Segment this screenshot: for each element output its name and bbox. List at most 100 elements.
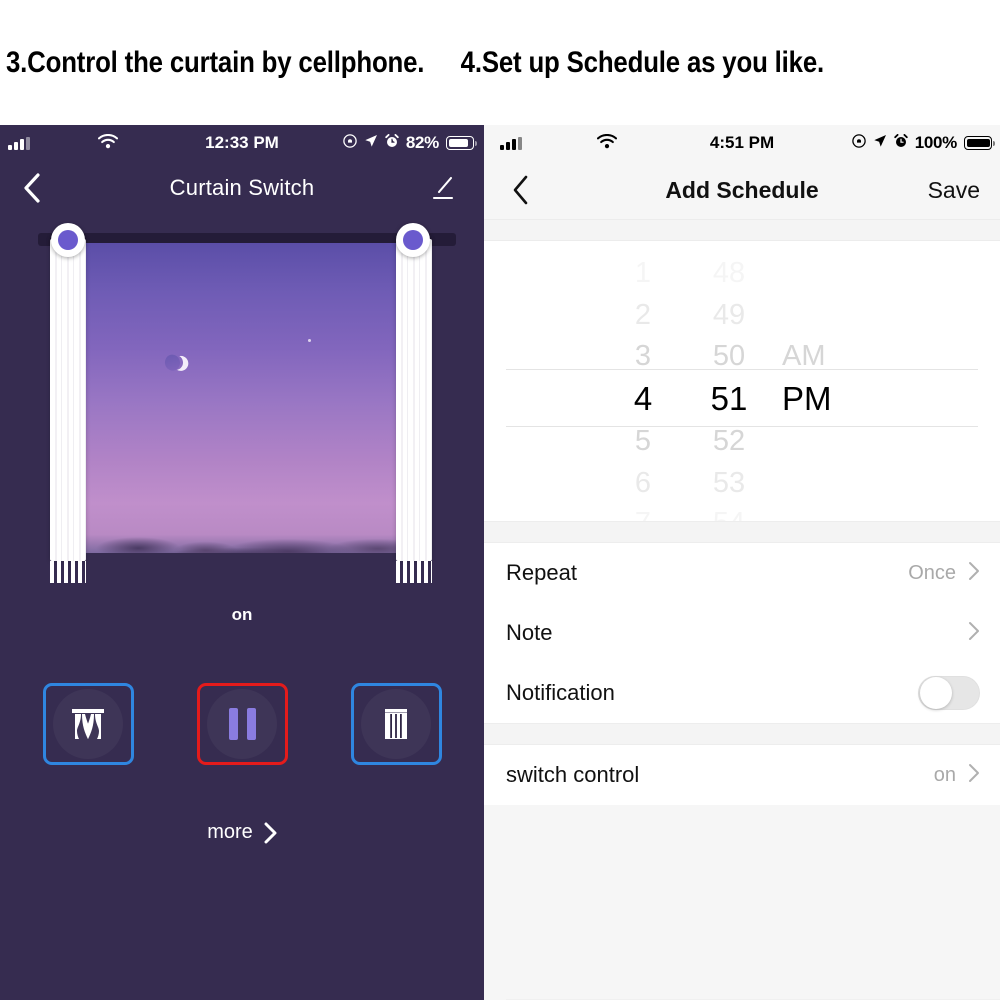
chevron-left-icon: [513, 175, 527, 205]
wifi-icon: [97, 133, 119, 154]
left-nav-bar: Curtain Switch: [0, 161, 484, 215]
caption-banner: 3.Control the curtain by cellphone. 4.Se…: [0, 0, 1000, 125]
cloud-band: [56, 493, 430, 553]
chevron-left-icon: [24, 173, 40, 203]
row-label: Notification: [506, 680, 615, 705]
open-button[interactable]: [42, 683, 134, 765]
left-status-bar: 12:33 PM 82%: [0, 125, 484, 161]
curtain-closed-icon: [385, 709, 407, 739]
location-arrow-icon: [873, 133, 887, 153]
curtain-controls: [0, 683, 484, 765]
page-background-filler: [484, 805, 1000, 1000]
row-label: Repeat: [506, 560, 577, 585]
page-title: Add Schedule: [665, 176, 819, 203]
right-status-bar: 4:51 PM 100%: [484, 125, 1000, 161]
chevron-right-icon: [968, 763, 980, 788]
meridiem-column[interactable]: AM PM: [772, 241, 884, 521]
minute-option[interactable]: 54: [686, 509, 772, 522]
picker-separator-top: [506, 369, 978, 370]
status-badge: on: [231, 605, 253, 624]
left-battery-percent: 82%: [405, 133, 439, 152]
close-button[interactable]: [350, 683, 442, 765]
hour-option[interactable]: 7: [600, 509, 686, 522]
minute-selected[interactable]: 51: [686, 382, 772, 415]
back-button[interactable]: [498, 161, 542, 219]
rotation-lock-icon: [851, 133, 866, 153]
right-status-time: 4:51 PM: [709, 133, 775, 152]
right-status-indicators: 100%: [851, 133, 996, 153]
hour-option[interactable]: 6: [600, 469, 686, 498]
right-curtain-handle[interactable]: [396, 223, 430, 257]
hour-selected[interactable]: 4: [600, 382, 686, 415]
minute-option[interactable]: 48: [686, 259, 772, 288]
left-phone-screen: 12:33 PM 82% Curtain Switch on more: [0, 125, 484, 1000]
chevron-right-icon: [968, 621, 980, 646]
right-drape: [396, 239, 432, 561]
minute-option[interactable]: 50: [686, 342, 772, 371]
curtain-open-icon: [72, 709, 104, 739]
star-icon: [308, 339, 311, 342]
minute-column[interactable]: 48 49 50 51 52 53 54: [686, 241, 772, 522]
minute-option[interactable]: 49: [686, 301, 772, 330]
right-drape-fringe: [396, 561, 432, 583]
switch-control-list: switch control on: [484, 745, 1000, 1000]
notification-toggle[interactable]: [918, 676, 980, 710]
cellular-signal-icon: [500, 136, 522, 150]
hour-option[interactable]: 1: [600, 259, 686, 288]
picker-separator-bottom: [506, 426, 978, 427]
left-status-time: 12:33 PM: [205, 133, 279, 152]
back-button[interactable]: [8, 161, 56, 215]
meridiem-selected[interactable]: PM: [772, 382, 884, 415]
alarm-clock-icon: [894, 133, 908, 153]
battery-icon: [446, 136, 478, 150]
hour-option[interactable]: 2: [600, 301, 686, 330]
window-sky-image: [56, 243, 430, 553]
row-switch-control[interactable]: switch control on: [484, 745, 1000, 805]
row-label: switch control: [506, 762, 640, 787]
caption-part-2: 4.Set up Schedule as you like.: [460, 45, 825, 79]
wifi-icon: [596, 133, 618, 154]
hour-option[interactable]: 5: [600, 427, 686, 456]
battery-icon: [964, 136, 996, 150]
meridiem-option[interactable]: AM: [772, 342, 884, 371]
right-phone-screen: 4:51 PM 100% Add Schedule Save 1 2 3 4 5…: [484, 125, 1000, 1000]
alarm-clock-icon: [385, 133, 399, 153]
schedule-options-list: Repeat Once Note Notification: [484, 543, 1000, 723]
location-arrow-icon: [364, 133, 378, 153]
pause-button[interactable]: [196, 683, 288, 765]
hour-column[interactable]: 1 2 3 4 5 6 7: [600, 241, 686, 522]
save-button[interactable]: Save: [928, 161, 980, 219]
pencil-edit-icon: [432, 176, 454, 200]
row-note[interactable]: Note: [484, 603, 1000, 663]
row-value: on: [933, 763, 956, 786]
more-label: more: [207, 821, 253, 843]
crescent-moon-icon: [167, 354, 185, 372]
curtain-illustration: [0, 221, 484, 591]
row-value: Once: [908, 561, 956, 584]
screenshot-root: 3.Control the curtain by cellphone. 4.Se…: [0, 0, 1000, 1000]
left-drape-fringe: [50, 561, 86, 583]
edit-button[interactable]: [420, 161, 466, 215]
right-battery-percent: 100%: [914, 133, 958, 152]
time-picker[interactable]: 1 2 3 4 5 6 7 48 49 50 51 52 53 54: [484, 241, 1000, 521]
row-repeat[interactable]: Repeat Once: [484, 543, 1000, 603]
hour-option[interactable]: 3: [600, 342, 686, 371]
pause-icon: [228, 708, 256, 740]
right-nav-bar: Add Schedule Save: [484, 161, 1000, 219]
section-divider: [484, 723, 1000, 745]
more-link[interactable]: more: [0, 821, 484, 844]
section-divider: [484, 521, 1000, 543]
chevron-right-icon: [264, 822, 277, 843]
minute-option[interactable]: 52: [686, 427, 772, 456]
caption-part-1: 3.Control the curtain by cellphone.: [6, 45, 425, 79]
left-curtain-handle[interactable]: [51, 223, 85, 257]
minute-option[interactable]: 53: [686, 469, 772, 498]
chevron-right-icon: [968, 561, 980, 586]
row-notification[interactable]: Notification: [484, 663, 1000, 723]
page-title: Curtain Switch: [169, 175, 315, 200]
cellular-signal-icon: [8, 136, 30, 150]
picker-top-band: [484, 219, 1000, 241]
caption-text: 3.Control the curtain by cellphone. 4.Se…: [6, 46, 824, 80]
rotation-lock-icon: [343, 133, 357, 153]
left-drape: [50, 239, 86, 561]
